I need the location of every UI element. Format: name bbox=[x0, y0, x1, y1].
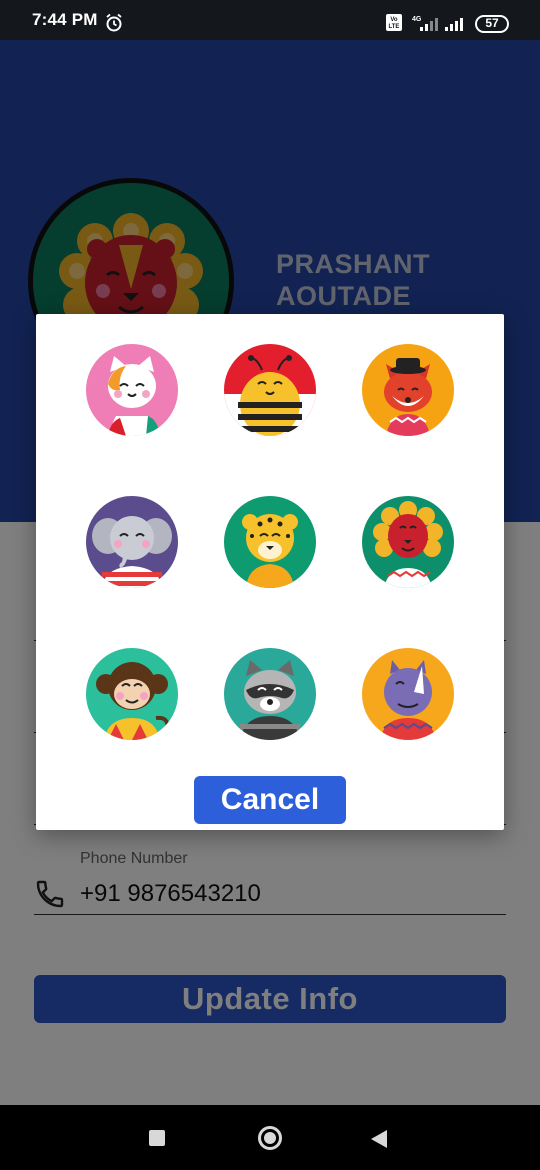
fox-icon bbox=[362, 344, 454, 436]
battery-icon: 57 bbox=[475, 15, 509, 33]
avatar-option-raccoon[interactable] bbox=[224, 648, 316, 740]
status-bar: 7:44 PM Vo LTE 4G 57 bbox=[0, 0, 540, 40]
avatar-option-cat[interactable] bbox=[86, 344, 178, 436]
back-icon[interactable] bbox=[371, 1130, 387, 1148]
volte-icon: Vo LTE bbox=[386, 14, 402, 31]
rhino-icon bbox=[362, 648, 454, 740]
avatar-option-fox[interactable] bbox=[362, 344, 454, 436]
cat-icon bbox=[86, 344, 178, 436]
svg-text:4G: 4G bbox=[412, 16, 422, 23]
avatar-option-rhino[interactable] bbox=[362, 648, 454, 740]
alarm-icon bbox=[106, 13, 122, 32]
cancel-button[interactable]: Cancel bbox=[194, 776, 346, 824]
system-nav-bar bbox=[0, 1105, 540, 1170]
avatar-option-elephant[interactable] bbox=[86, 496, 178, 588]
avatar-option-bee[interactable] bbox=[224, 344, 316, 436]
avatar-option-leopard[interactable] bbox=[224, 496, 316, 588]
svg-text:LTE: LTE bbox=[389, 24, 400, 30]
signal-4g-icon: 4G bbox=[412, 16, 438, 31]
status-time: 7:44 PM bbox=[32, 10, 98, 29]
raccoon-icon bbox=[224, 648, 316, 740]
leopard-icon bbox=[224, 496, 316, 588]
battery-level: 57 bbox=[485, 16, 499, 30]
svg-text:Vo: Vo bbox=[390, 17, 398, 23]
home-icon[interactable] bbox=[258, 1126, 282, 1150]
elephant-icon bbox=[86, 496, 178, 588]
lion-icon bbox=[362, 496, 454, 588]
recent-apps-icon[interactable] bbox=[149, 1130, 165, 1146]
monkey-icon bbox=[86, 648, 178, 740]
signal-icon bbox=[445, 18, 463, 31]
avatar-picker-dialog: Cancel bbox=[36, 314, 504, 830]
avatar-option-lion[interactable] bbox=[362, 496, 454, 588]
avatar-option-monkey[interactable] bbox=[86, 648, 178, 740]
bee-icon bbox=[224, 344, 316, 436]
